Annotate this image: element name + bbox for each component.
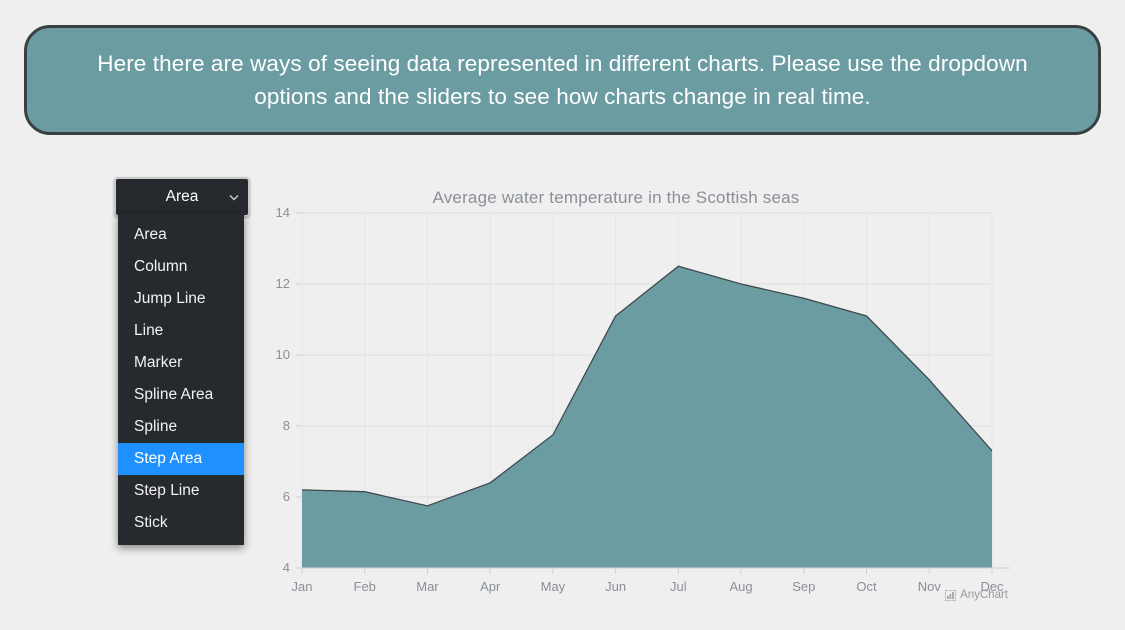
chart-type-option[interactable]: Line <box>118 315 244 347</box>
chart-container: Average water temperature in the Scottis… <box>236 168 1026 613</box>
x-axis-label: Mar <box>416 579 439 594</box>
chart-type-dropdown[interactable]: Area Area Column Jump Line Line Marker Spline… <box>114 177 250 545</box>
chart-type-option[interactable]: Step Area <box>118 443 244 475</box>
bar-chart-icon <box>945 589 957 601</box>
chart-type-option[interactable]: Spline <box>118 411 244 443</box>
chart-type-option-list[interactable]: Area Column Jump Line Line Marker Spline Area… <box>118 213 244 545</box>
y-axis-label: 8 <box>283 418 290 433</box>
chart-type-option[interactable]: Step Line <box>118 475 244 507</box>
area-chart-plot: 4 6 8 10 12 14 Jan Feb Mar Apr May Jun Jul Aug Sep Oct N… <box>276 205 1010 594</box>
info-banner-text: Here there are ways of seeing data repre… <box>97 51 1028 109</box>
x-axis-label: May <box>541 579 566 594</box>
y-axis-label: 12 <box>276 276 290 291</box>
chart-type-option[interactable]: Spline Area <box>118 379 244 411</box>
x-axis-label: Feb <box>354 579 376 594</box>
chart-type-option[interactable]: Column <box>118 251 244 283</box>
x-axis-label: Sep <box>792 579 815 594</box>
x-axis-label: Oct <box>856 579 877 594</box>
chart-type-option[interactable]: Area <box>118 219 244 251</box>
anychart-credit-label: AnyChart <box>960 589 1008 601</box>
chevron-down-icon <box>229 195 239 201</box>
area-series-fill <box>302 266 992 568</box>
chart-type-option[interactable]: Marker <box>118 347 244 379</box>
info-banner: Here there are ways of seeing data repre… <box>24 25 1101 135</box>
x-axis-label: Nov <box>918 579 942 594</box>
y-axis-label: 6 <box>283 489 290 504</box>
y-axis-label: 10 <box>276 347 290 362</box>
x-axis-label: Aug <box>730 579 753 594</box>
x-axis-label: Apr <box>480 579 501 594</box>
chart-type-selected-label: Area <box>165 188 199 205</box>
y-axis-label: 4 <box>283 560 290 575</box>
x-axis-label: Jul <box>670 579 687 594</box>
chart-type-option[interactable]: Stick <box>118 507 244 539</box>
x-axis-label: Jun <box>605 579 626 594</box>
chart-type-option[interactable]: Jump Line <box>118 283 244 315</box>
x-axis-label: Jan <box>292 579 313 594</box>
y-axis-label: 14 <box>276 205 290 220</box>
anychart-credit[interactable]: AnyChart <box>945 589 1008 601</box>
chart-type-dropdown-button[interactable]: Area <box>114 177 250 217</box>
